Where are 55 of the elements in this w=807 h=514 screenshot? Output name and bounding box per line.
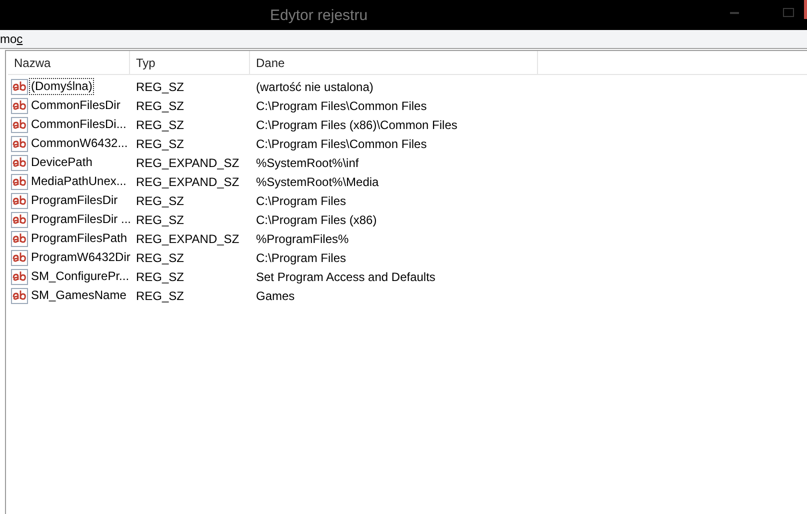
value-type: REG_SZ: [135, 80, 186, 94]
column-header[interactable]: Dane: [250, 51, 538, 74]
string-value-icon: [11, 268, 28, 284]
window-title: Edytor rejestru: [270, 6, 368, 24]
string-value-icon: [11, 136, 28, 152]
value-data: C:\Program Files: [255, 194, 348, 208]
column-header[interactable]: Typ: [130, 51, 250, 74]
value-data: Games: [255, 288, 296, 302]
string-value-icon: [11, 116, 28, 132]
value-name[interactable]: CommonFilesDir: [29, 97, 122, 114]
value-type: REG_EXPAND_SZ: [135, 156, 240, 170]
value-type: REG_SZ: [135, 118, 186, 132]
string-value-icon: [11, 230, 28, 246]
value-name[interactable]: ProgramFilesPath: [29, 230, 130, 247]
value-name[interactable]: DevicePath: [29, 154, 94, 171]
close-button[interactable]: [804, 0, 807, 19]
value-type: REG_SZ: [135, 212, 186, 226]
string-value-icon: [11, 78, 28, 94]
maximize-icon[interactable]: [783, 8, 794, 17]
value-data: C:\Program Files (x86)\Common Files: [255, 118, 458, 132]
value-data: (wartość nie ustalona): [255, 80, 374, 94]
value-name[interactable]: ProgramFilesDir: [29, 192, 120, 209]
string-value-icon: [11, 288, 28, 304]
value-name[interactable]: MediaPathUnex...: [29, 173, 128, 190]
value-type: REG_SZ: [135, 288, 186, 302]
menu-item[interactable]: moc: [0, 32, 23, 46]
value-name[interactable]: ProgramFilesDir ...: [29, 211, 134, 228]
value-data: %ProgramFiles%: [255, 232, 350, 246]
value-type: REG_SZ: [135, 98, 186, 112]
value-name[interactable]: SM_ConfigurePr...: [29, 268, 132, 285]
value-name[interactable]: ProgramW6432Dir: [29, 249, 132, 266]
value-data: C:\Program Files: [255, 250, 348, 264]
value-type: REG_SZ: [135, 270, 186, 284]
column-header[interactable]: Nazwa: [8, 51, 130, 74]
value-data: %SystemRoot%\inf: [255, 156, 360, 170]
value-data: C:\Program Files\Common Files: [255, 98, 428, 112]
string-value-icon: [11, 174, 28, 190]
value-name[interactable]: CommonFilesDi...: [29, 116, 128, 133]
string-value-icon: [11, 154, 28, 170]
value-data: %SystemRoot%\Media: [255, 174, 380, 188]
value-type: REG_SZ: [135, 194, 186, 208]
string-value-icon: [11, 192, 28, 208]
value-name[interactable]: (Domyślna): [29, 78, 94, 95]
value-type: REG_EXPAND_SZ: [135, 232, 240, 246]
string-value-icon: [11, 250, 28, 266]
value-name[interactable]: SM_GamesName: [29, 287, 128, 304]
string-value-icon: [11, 212, 28, 228]
value-type: REG_SZ: [135, 250, 186, 264]
value-type: REG_SZ: [135, 136, 186, 150]
string-value-icon: [11, 98, 28, 114]
value-type: REG_EXPAND_SZ: [135, 174, 240, 188]
value-data: Set Program Access and Defaults: [255, 270, 436, 284]
value-data: C:\Program Files\Common Files: [255, 136, 428, 150]
value-data: C:\Program Files (x86): [255, 212, 378, 226]
value-name[interactable]: CommonW6432...: [29, 135, 130, 152]
